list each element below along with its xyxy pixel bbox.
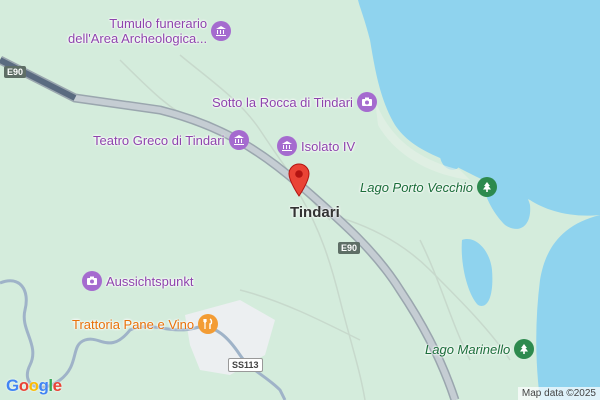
poi-aussichtspunkt[interactable]: Aussichtspunkt xyxy=(82,271,193,291)
poi-teatro-greco[interactable]: Teatro Greco di Tindari xyxy=(93,130,249,150)
poi-lago-marinello[interactable]: Lago Marinello xyxy=(425,339,535,359)
location-marker-icon[interactable] xyxy=(288,163,310,202)
poi-label: Teatro Greco di Tindari xyxy=(93,132,225,148)
poi-label: Lago Marinello xyxy=(425,341,511,357)
camera-icon xyxy=(82,271,102,291)
road-shield-e90: E90 xyxy=(4,66,27,78)
museum-icon xyxy=(277,136,297,156)
poi-lago-porto-vecchio[interactable]: Lago Porto Vecchio xyxy=(360,177,497,197)
town-label: Tindari xyxy=(290,204,340,221)
road-shield-e90: E90 xyxy=(338,242,361,254)
poi-label: dell'Area Archeologica... xyxy=(68,31,208,46)
poi-isolato-iv[interactable]: Isolato IV xyxy=(277,136,355,156)
restaurant-icon xyxy=(198,314,219,334)
poi-label: Trattoria Pane e Vino xyxy=(72,316,195,332)
poi-label: Isolato IV xyxy=(301,138,356,154)
camera-icon xyxy=(356,92,377,112)
poi-label: Aussichtspunkt xyxy=(106,273,194,289)
map-attribution[interactable]: Map data ©2025 xyxy=(517,387,600,400)
park-tree-icon xyxy=(476,177,497,197)
museum-icon xyxy=(228,130,249,150)
museum-icon xyxy=(211,21,232,41)
poi-tumulo-funerario[interactable]: Tumulo funerario dell'Area Archeologica.… xyxy=(68,16,232,46)
poi-label: Lago Porto Vecchio xyxy=(360,179,473,195)
map-canvas[interactable]: E90 E90 SS113 Tumulo funerario dell'Area… xyxy=(0,0,600,400)
poi-label: Sotto la Rocca di Tindari xyxy=(212,94,353,110)
poi-trattoria-pane-e-vino[interactable]: Trattoria Pane e Vino xyxy=(72,314,219,334)
poi-sotto-la-rocca[interactable]: Sotto la Rocca di Tindari xyxy=(212,92,377,112)
park-tree-icon xyxy=(514,339,535,359)
google-logo: Google xyxy=(6,376,62,395)
road-shield-ss113: SS113 xyxy=(228,358,263,372)
poi-label: Tumulo funerario xyxy=(109,16,208,31)
